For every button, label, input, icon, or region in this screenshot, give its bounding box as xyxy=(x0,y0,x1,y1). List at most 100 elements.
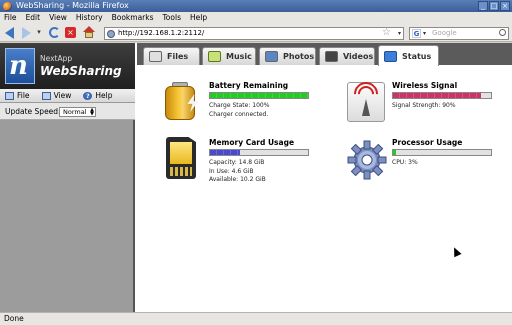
sidebar-menu-file[interactable]: File xyxy=(5,91,30,100)
available-text: Available: 10.2 GiB xyxy=(209,176,266,183)
minimize-icon[interactable]: _ xyxy=(478,1,488,11)
close-icon[interactable]: × xyxy=(500,1,510,11)
charge-state-text: Charge State: 100% xyxy=(209,102,270,109)
forward-button[interactable] xyxy=(20,26,33,39)
home-button[interactable] xyxy=(83,26,96,39)
processor-progress-bar xyxy=(392,149,492,156)
forward-arrow-icon xyxy=(22,27,31,39)
home-icon xyxy=(83,26,95,38)
update-speed-select[interactable]: Normal ▲ ▼ xyxy=(59,107,96,117)
battery-progress-bar xyxy=(209,92,309,99)
back-button[interactable] xyxy=(3,26,16,39)
menu-file[interactable]: File xyxy=(4,12,17,24)
stop-button[interactable]: × xyxy=(64,26,77,39)
tab-status[interactable]: Status xyxy=(378,45,439,66)
sidebar-menu-help[interactable]: ? Help xyxy=(83,91,112,100)
processor-progress-fill xyxy=(393,150,396,155)
processor-title: Processor Usage xyxy=(392,138,463,147)
monitor-icon xyxy=(384,50,397,62)
google-icon[interactable]: G xyxy=(412,29,421,38)
search-placeholder: Google xyxy=(432,29,457,37)
music-note-icon xyxy=(208,51,221,62)
tab-files[interactable]: Files xyxy=(143,47,200,65)
gear-icon xyxy=(345,137,387,181)
battery-progress-fill xyxy=(210,93,308,98)
wireless-title: Wireless Signal xyxy=(392,81,458,90)
battery-info: Charge State: 100% Charger connected. xyxy=(209,102,269,119)
sidebar-menu-help-label: Help xyxy=(95,91,113,100)
tab-files-label: Files xyxy=(167,52,189,61)
browser-status-bar: Done xyxy=(0,312,512,325)
cpu-usage-text: CPU: 3% xyxy=(392,159,418,166)
mouse-cursor-icon xyxy=(450,245,462,258)
site-icon xyxy=(107,30,115,38)
signal-strength-text: Signal Strength: 90% xyxy=(392,102,456,109)
menu-bar: File Edit View History Bookmarks Tools H… xyxy=(0,12,512,24)
drive-icon xyxy=(149,51,162,62)
tab-bar: Files Music Photos Videos Status xyxy=(137,43,512,66)
tab-music[interactable]: Music xyxy=(202,47,256,65)
url-dropdown-icon[interactable]: ▾ xyxy=(398,28,401,39)
battery-title: Battery Remaining xyxy=(209,81,289,90)
wireless-info: Signal Strength: 90% xyxy=(392,102,456,111)
clapperboard-icon xyxy=(325,51,338,62)
update-speed-row: Update Speed: Normal ▲ ▼ xyxy=(0,103,135,120)
stop-icon: × xyxy=(65,27,76,38)
logo-company: NextApp xyxy=(40,54,73,63)
wireless-signal-icon xyxy=(345,77,385,124)
sidebar-menu: File View ? Help xyxy=(0,89,135,103)
window-controls: _ □ × xyxy=(478,1,510,11)
menu-history[interactable]: History xyxy=(76,12,103,24)
bookmark-star-icon[interactable]: ☆ xyxy=(382,27,391,38)
in-use-text: In Use: 4.6 GiB xyxy=(209,167,254,175)
main-content: Files Music Photos Videos Status Battery… xyxy=(137,43,512,312)
back-arrow-icon xyxy=(5,27,14,39)
menu-bookmarks[interactable]: Bookmarks xyxy=(112,12,154,24)
page-area: n NextApp WebSharing File View ? Help Up… xyxy=(0,43,512,312)
memory-card-title: Memory Card Usage xyxy=(209,138,295,147)
tab-videos-label: Videos xyxy=(343,52,374,61)
view-icon xyxy=(41,91,51,100)
memory-card-icon xyxy=(162,137,202,181)
wireless-progress-fill xyxy=(393,93,482,98)
window-titlebar: WebSharing - Mozilla Firefox _ □ × xyxy=(0,0,512,12)
menu-help[interactable]: Help xyxy=(190,12,207,24)
tab-music-label: Music xyxy=(226,52,252,61)
memory-card-info: Capacity: 14.8 GiB In Use: 4.6 GiB Avail… xyxy=(209,159,266,185)
history-dropdown-button[interactable]: ▾ xyxy=(35,26,43,39)
update-speed-value: Normal xyxy=(63,108,87,116)
sidebar-menu-view-label: View xyxy=(53,91,72,100)
search-engine-dropdown-icon[interactable]: ▾ xyxy=(423,28,426,39)
capacity-text: Capacity: 14.8 GiB xyxy=(209,159,265,166)
maximize-icon[interactable]: □ xyxy=(489,1,499,11)
memory-card-progress-bar xyxy=(209,149,309,156)
reload-button[interactable] xyxy=(48,26,61,39)
menu-view[interactable]: View xyxy=(49,12,67,24)
status-text: Done xyxy=(4,314,24,323)
help-icon: ? xyxy=(83,91,93,100)
battery-icon xyxy=(162,80,202,124)
file-icon xyxy=(5,91,14,100)
photo-icon xyxy=(265,51,278,62)
url-text: http://192.168.1.2:2112/ xyxy=(118,29,205,37)
tab-photos[interactable]: Photos xyxy=(259,47,316,65)
search-icon[interactable] xyxy=(499,29,506,36)
tab-videos[interactable]: Videos xyxy=(319,47,375,65)
sidebar-menu-view[interactable]: View xyxy=(41,91,72,100)
menu-edit[interactable]: Edit xyxy=(26,12,41,24)
app-logo: n NextApp WebSharing xyxy=(0,43,135,89)
sidebar: n NextApp WebSharing File View ? Help Up… xyxy=(0,43,135,312)
search-bar[interactable]: G ▾ Google xyxy=(409,27,509,40)
url-bar[interactable]: http://192.168.1.2:2112/ ☆ ▾ xyxy=(104,27,404,40)
sidebar-menu-file-label: File xyxy=(17,91,30,100)
navigation-toolbar: ▾ × http://192.168.1.2:2112/ ☆ ▾ G ▾ Goo… xyxy=(0,24,512,42)
reload-icon xyxy=(49,27,60,38)
window-title: WebSharing - Mozilla Firefox xyxy=(16,1,129,10)
nextapp-logo-icon: n xyxy=(5,48,35,84)
update-speed-label: Update Speed: xyxy=(5,107,61,116)
memory-card-progress-fill xyxy=(210,150,241,155)
tab-status-label: Status xyxy=(402,51,432,61)
menu-tools[interactable]: Tools xyxy=(163,12,181,24)
spinner-arrows-icon: ▲ ▼ xyxy=(90,107,94,117)
processor-info: CPU: 3% xyxy=(392,159,418,168)
